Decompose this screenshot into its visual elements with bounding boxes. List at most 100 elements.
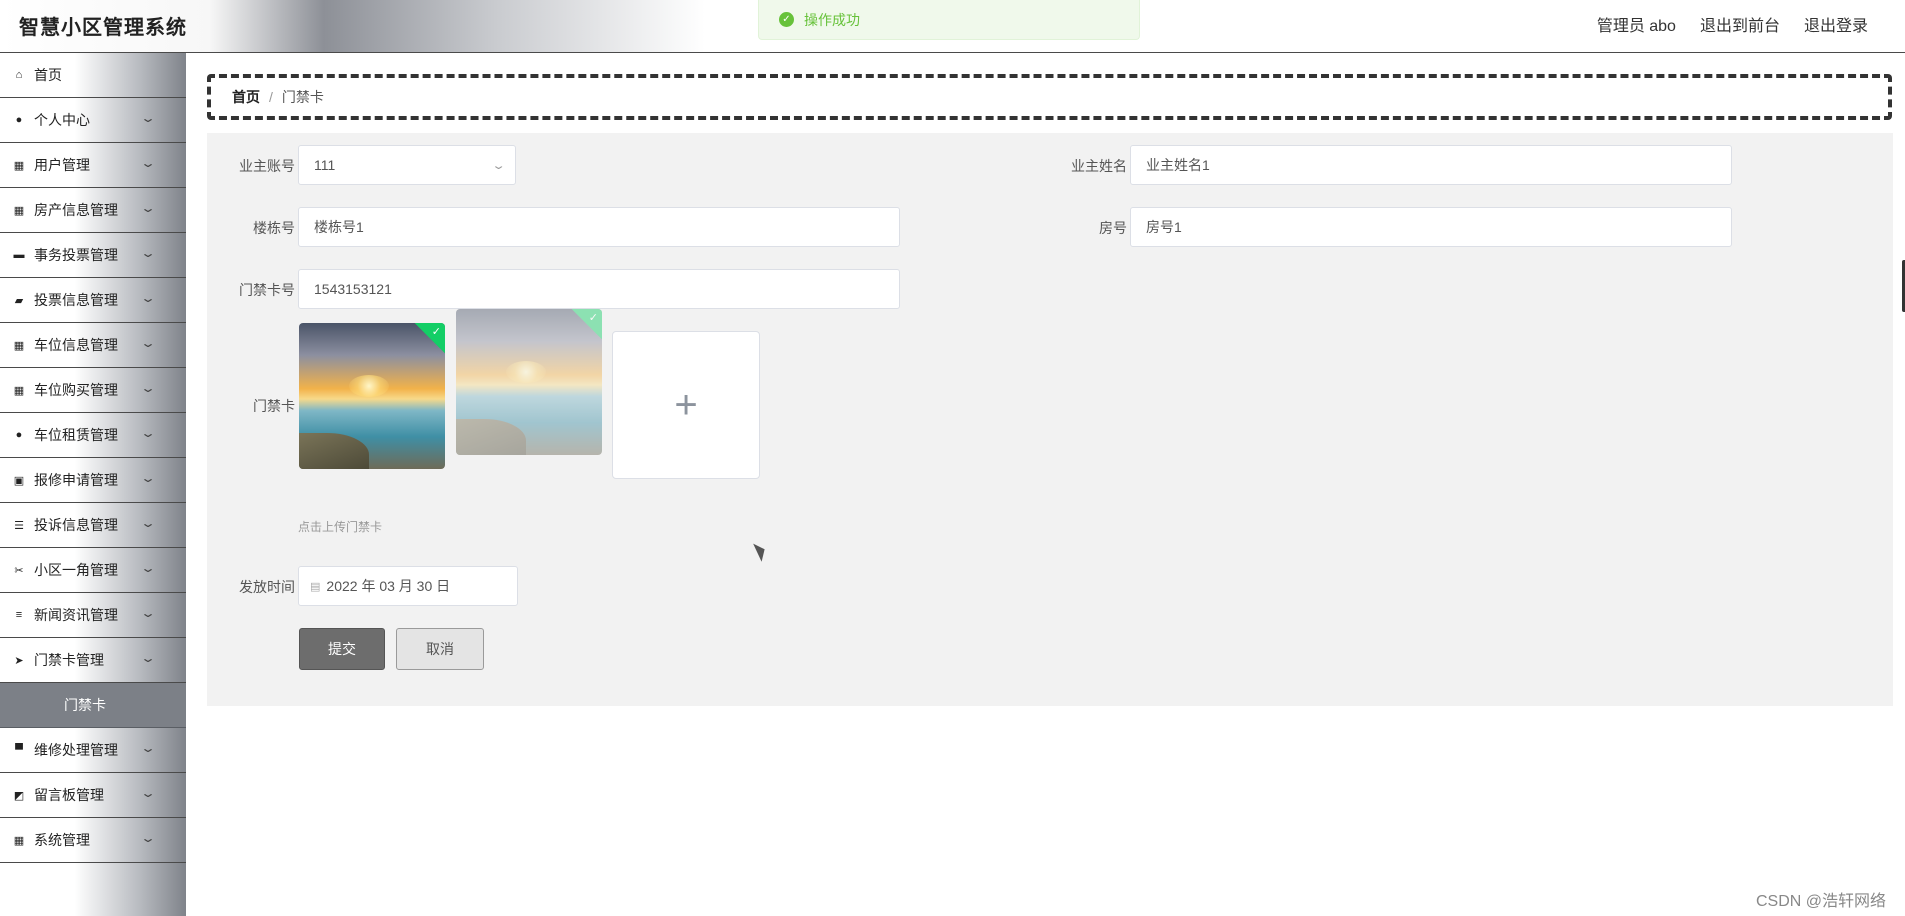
- sidebar-item-community-corner[interactable]: ✂ 小区一角管理 ⌄: [0, 548, 186, 593]
- sidebar-item-vote-info[interactable]: ▰ 投票信息管理 ⌄: [0, 278, 186, 323]
- sidebar-item-system[interactable]: ▦ 系统管理 ⌄: [0, 818, 186, 863]
- send-icon: ➤: [14, 654, 24, 667]
- sidebar-item-parking-purchase[interactable]: ▦ 车位购买管理 ⌄: [0, 368, 186, 413]
- room-label: 房号: [1099, 220, 1127, 236]
- sliders-icon: ≡: [15, 609, 23, 621]
- sidebar-item-personal-center[interactable]: ● 个人中心 ⌄: [0, 98, 186, 143]
- admin-user-label[interactable]: 管理员 abo: [1597, 12, 1676, 36]
- room-value: 房号1: [1146, 219, 1182, 235]
- chevron-down-icon: ⌄: [139, 291, 157, 305]
- sidebar-item-access-card[interactable]: ➤ 门禁卡管理 ⌄: [0, 638, 186, 683]
- chevron-down-icon: ⌄: [139, 786, 157, 800]
- access-card-form: 业主账号 111 ⌄ 业主姓名 业主姓名1 楼栋号 楼栋号1 房号 房号1 门禁…: [207, 133, 1893, 706]
- building-field[interactable]: 楼栋号1: [298, 207, 900, 247]
- card-number-label: 门禁卡号: [239, 282, 295, 298]
- sidebar-item-label: 事务投票管理: [34, 247, 118, 263]
- uploading-card-image[interactable]: ✓: [456, 309, 602, 455]
- vote-icon: ▰: [14, 294, 24, 307]
- chart-icon: ◩: [13, 789, 25, 802]
- sidebar-item-message-board[interactable]: ◩ 留言板管理 ⌄: [0, 773, 186, 818]
- building-value: 楼栋号1: [314, 219, 364, 235]
- image-upload-button[interactable]: +: [612, 331, 760, 479]
- plus-icon: +: [674, 382, 698, 427]
- sidebar-item-parking-info[interactable]: ▦ 车位信息管理 ⌄: [0, 323, 186, 368]
- sidebar-item-label: 留言板管理: [34, 787, 104, 803]
- chevron-down-icon: ⌄: [139, 516, 157, 530]
- owner-name-label: 业主姓名: [1071, 158, 1127, 174]
- success-check-icon: ✓: [779, 12, 794, 27]
- sidebar-item-users[interactable]: ▦ 用户管理 ⌄: [0, 143, 186, 188]
- ticket-icon: ✂: [14, 564, 24, 577]
- sidebar-item-maintenance[interactable]: ▀ 维修处理管理 ⌄: [0, 728, 186, 773]
- card-number-field[interactable]: 1543153121: [298, 269, 900, 309]
- breadcrumb-separator: /: [269, 89, 273, 105]
- sidebar-item-label: 首页: [34, 67, 62, 83]
- sidebar-item-affair-vote[interactable]: ▬ 事务投票管理 ⌄: [0, 233, 186, 278]
- issue-time-value: 2022 年 03 月 30 日: [326, 578, 451, 594]
- chevron-down-icon: ⌄: [139, 831, 157, 845]
- sidebar-item-label: 系统管理: [34, 832, 90, 848]
- uploaded-card-image[interactable]: ✓: [299, 323, 445, 469]
- sidebar-item-label: 房产信息管理: [34, 202, 118, 218]
- chevron-down-icon: ⌄: [139, 156, 157, 170]
- sign-icon: ▀: [15, 744, 23, 756]
- sidebar-item-label: 车位信息管理: [34, 337, 118, 353]
- chevron-down-icon: ⌄: [139, 471, 157, 485]
- owner-account-value: 111: [314, 157, 336, 173]
- card-number-value: 1543153121: [314, 281, 392, 297]
- sidebar-item-label: 车位购买管理: [34, 382, 118, 398]
- card-image-label: 门禁卡: [253, 398, 295, 414]
- sidebar-item-complaint[interactable]: ☰ 投诉信息管理 ⌄: [0, 503, 186, 548]
- issue-time-picker[interactable]: ▤ 2022 年 03 月 30 日: [298, 566, 518, 606]
- building-label: 楼栋号: [253, 220, 295, 236]
- success-toast: ✓ 操作成功: [758, 0, 1140, 40]
- exit-to-front-link[interactable]: 退出到前台: [1700, 12, 1780, 36]
- chevron-down-icon: ⌄: [139, 651, 157, 665]
- breadcrumb-home[interactable]: 首页: [232, 87, 260, 107]
- apps-icon: ▦: [13, 204, 25, 217]
- owner-account-select[interactable]: 111 ⌄: [298, 145, 516, 185]
- sidebar-item-news[interactable]: ≡ 新闻资讯管理 ⌄: [0, 593, 186, 638]
- chevron-down-icon: ⌄: [491, 160, 506, 172]
- sidebar-item-label: 门禁卡管理: [34, 652, 104, 668]
- list-icon: ☰: [14, 519, 24, 532]
- grid-icon: ▦: [13, 159, 25, 172]
- calendar-icon: ▤: [310, 580, 321, 593]
- chevron-down-icon: ⌄: [139, 246, 157, 260]
- sidebar-item-repair-apply[interactable]: ▣ 报修申请管理 ⌄: [0, 458, 186, 503]
- breadcrumb-current: 门禁卡: [281, 89, 324, 105]
- owner-name-value: 业主姓名1: [1146, 157, 1210, 173]
- sidebar-item-label: 个人中心: [34, 112, 90, 128]
- user-icon: ●: [15, 114, 23, 126]
- briefcase-icon: ▬: [13, 249, 25, 261]
- owner-name-field[interactable]: 业主姓名1: [1130, 145, 1732, 185]
- issue-time-label: 发放时间: [239, 579, 295, 595]
- sidebar-subitem-access-card[interactable]: 门禁卡: [0, 683, 186, 728]
- check-icon: ✓: [431, 326, 441, 338]
- chevron-down-icon: ⌄: [139, 561, 157, 575]
- breadcrumb: 首页 / 门禁卡: [207, 74, 1892, 120]
- clipboard-icon: ▣: [13, 474, 25, 487]
- owner-account-label: 业主账号: [239, 158, 295, 174]
- check-icon: ✓: [588, 312, 598, 324]
- sidebar-item-home[interactable]: ⌂ 首页: [0, 53, 186, 98]
- chevron-down-icon: ⌄: [139, 741, 157, 755]
- sidebar-item-property[interactable]: ▦ 房产信息管理 ⌄: [0, 188, 186, 233]
- toast-message: 操作成功: [804, 11, 860, 28]
- chevron-down-icon: ⌄: [139, 606, 157, 620]
- upload-tip: 点击上传门禁卡: [298, 520, 383, 534]
- sidebar-item-label: 投票信息管理: [34, 292, 118, 308]
- sidebar-item-label: 小区一角管理: [34, 562, 118, 578]
- sidebar-item-label: 用户管理: [34, 157, 90, 173]
- chevron-down-icon: ⌄: [139, 336, 157, 350]
- logout-link[interactable]: 退出登录: [1804, 12, 1868, 36]
- sidebar-item-parking-rent[interactable]: ● 车位租赁管理 ⌄: [0, 413, 186, 458]
- location-icon: ●: [15, 429, 23, 441]
- chevron-down-icon: ⌄: [139, 201, 157, 215]
- header-actions: 管理员 abo 退出到前台 退出登录: [1597, 12, 1868, 36]
- cancel-button[interactable]: 取消: [396, 628, 484, 670]
- room-field[interactable]: 房号1: [1130, 207, 1732, 247]
- grid-icon: ▦: [13, 384, 25, 397]
- sidebar-subitem-label: 门禁卡: [64, 697, 106, 713]
- submit-button[interactable]: 提交: [299, 628, 385, 670]
